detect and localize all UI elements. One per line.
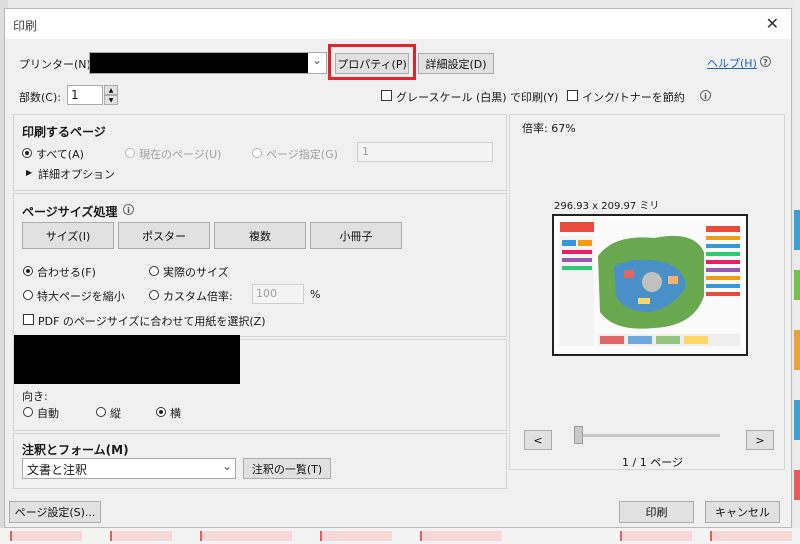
comments-panel: 注釈とフォーム(M) 文書と注釈 ⌄ 注釈の一覧(T) <box>13 433 507 489</box>
fit-label: 合わせる(F) <box>37 266 96 279</box>
comments-title: 注釈とフォーム(M) <box>22 443 129 457</box>
printer-select[interactable]: ⌄ <box>89 52 327 74</box>
shrink-label: 特大ページを縮小 <box>37 290 125 303</box>
comments-select[interactable]: 文書と注釈 ⌄ <box>22 458 236 479</box>
copies-down-button[interactable]: ▼ <box>104 95 118 105</box>
next-page-button[interactable]: > <box>746 430 774 450</box>
grayscale-checkbox[interactable] <box>381 90 392 101</box>
pdf-paper-checkbox[interactable] <box>23 314 34 325</box>
page-indicator: 1 / 1 ページ <box>622 456 683 469</box>
expand-icon[interactable]: ▶ <box>26 168 32 177</box>
chevron-down-icon: ⌄ <box>221 459 232 473</box>
pages-all-label: すべて(A) <box>36 148 84 161</box>
percent-label: % <box>310 288 321 301</box>
actual-size-radio[interactable] <box>149 266 159 276</box>
grayscale-label: グレースケール (白黒) で印刷(Y) <box>396 91 559 104</box>
ink-save-checkbox[interactable] <box>567 90 578 101</box>
chevron-down-icon: ⌄ <box>312 53 323 67</box>
pages-range-radio[interactable] <box>252 148 262 158</box>
info-icon[interactable]: i <box>700 90 711 101</box>
page-setup-button[interactable]: ページ設定(S)... <box>9 501 101 523</box>
pdf-paper-label: PDF のページサイズに合わせて用紙を選択(Z) <box>38 315 266 328</box>
comments-list-button[interactable]: 注釈の一覧(T) <box>243 458 331 479</box>
redacted-area <box>14 335 240 384</box>
tab-poster[interactable]: ポスター <box>118 222 210 249</box>
close-icon[interactable]: ✕ <box>766 14 779 33</box>
orientation-panel: 向き: 自動 縦 横 <box>13 335 507 431</box>
page-range-input[interactable]: 1 <box>357 142 493 162</box>
comments-select-value: 文書と注釈 <box>27 463 88 477</box>
tab-multiple[interactable]: 複数 <box>214 222 306 249</box>
ink-save-label: インク/トナーを節約 <box>582 91 685 104</box>
orientation-auto-label: 自動 <box>37 407 59 420</box>
custom-scale-input[interactable]: 100 <box>252 284 304 304</box>
info-icon[interactable]: i <box>123 204 134 215</box>
orientation-portrait-label: 縦 <box>110 407 121 420</box>
copies-label: 部数(C): <box>19 91 61 104</box>
redacted-printer-name <box>90 53 308 73</box>
orientation-landscape-radio[interactable] <box>156 407 166 417</box>
shrink-radio[interactable] <box>23 290 33 300</box>
pages-panel: 印刷するページ すべて(A) 現在のページ(U) ページ指定(G) 1 ▶ 詳細… <box>13 114 507 191</box>
cancel-button[interactable]: キャンセル <box>705 501 780 523</box>
pages-all-radio[interactable] <box>22 148 32 158</box>
print-dialog: 印刷 ✕ プリンター(N): ⌄ プロパティ(P) 詳細設定(D) ヘルプ(H)… <box>4 8 792 528</box>
print-button[interactable]: 印刷 <box>619 501 694 523</box>
actual-size-label: 実際のサイズ <box>163 266 229 279</box>
page-size-panel: ページサイズ処理 i サイズ(I) ポスター 複数 小冊子 合わせる(F) 実際… <box>13 193 507 337</box>
custom-scale-radio[interactable] <box>149 290 159 300</box>
fit-radio[interactable] <box>23 266 33 276</box>
orientation-portrait-radio[interactable] <box>96 407 106 417</box>
title-bar: 印刷 ✕ <box>5 9 791 39</box>
advanced-button[interactable]: 詳細設定(D) <box>418 53 494 74</box>
help-link[interactable]: ヘルプ(H) <box>707 55 757 71</box>
printer-label: プリンター(N): <box>19 58 95 71</box>
pages-current-radio[interactable] <box>125 148 135 158</box>
page-size-title: ページサイズ処理 <box>22 205 118 219</box>
orientation-auto-radio[interactable] <box>23 407 33 417</box>
tab-size[interactable]: サイズ(I) <box>22 222 114 249</box>
preview-panel: 倍率: 67% 296.93 x 209.97 ミリ < > 1 / 1 ページ <box>509 114 785 470</box>
prev-page-button[interactable]: < <box>524 430 552 450</box>
copies-input[interactable]: 1 <box>67 85 103 105</box>
orientation-label: 向き: <box>22 390 48 403</box>
copies-up-button[interactable]: ▲ <box>104 85 118 95</box>
pages-range-label: ページ指定(G) <box>266 148 338 161</box>
highlight-box <box>328 44 416 80</box>
more-options-link[interactable]: 詳細オプション <box>38 166 115 182</box>
page-slider-track[interactable] <box>574 434 720 437</box>
background-right-strip <box>794 0 800 544</box>
map-thumbnail <box>558 220 742 350</box>
page-preview <box>552 214 748 356</box>
page-slider-thumb[interactable] <box>574 426 583 444</box>
background-bottom-strip <box>0 528 800 544</box>
custom-scale-label: カスタム倍率: <box>163 290 233 303</box>
help-question-icon[interactable]: ? <box>760 56 771 67</box>
tab-booklet[interactable]: 小冊子 <box>310 222 402 249</box>
orientation-landscape-label: 横 <box>170 407 181 420</box>
dialog-title: 印刷 <box>13 19 38 33</box>
preview-dimensions: 296.93 x 209.97 ミリ <box>554 201 660 212</box>
preview-scale: 倍率: 67% <box>522 122 576 135</box>
pages-title: 印刷するページ <box>22 125 106 139</box>
pages-current-label: 現在のページ(U) <box>139 148 222 161</box>
